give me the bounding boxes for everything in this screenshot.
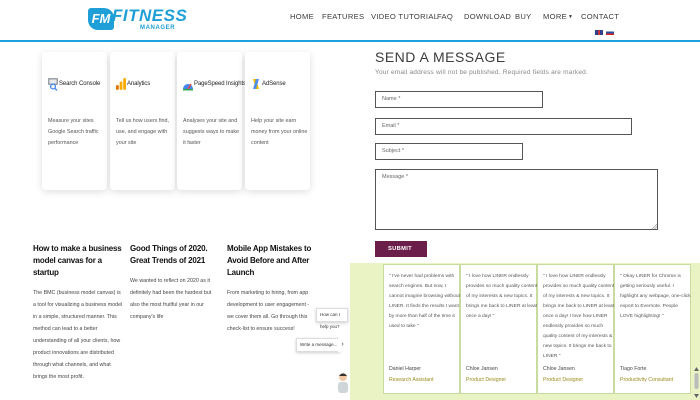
testimonial-card: " I love how LINER endlessly provides so… (537, 264, 615, 394)
site-header: FM FITNESS MANAGER HOME FEATURES VIDEO T… (0, 0, 700, 42)
scroll-up-icon[interactable] (694, 367, 699, 371)
testimonial-role: Productivity Consultant (620, 377, 674, 383)
feature-card-search-console[interactable]: Search Console Measure your sites Google… (42, 52, 107, 190)
post-title[interactable]: Mobile App Mistakes to Avoid Before and … (227, 243, 317, 279)
search-console-icon (48, 78, 58, 91)
nav-buy[interactable]: BUY (515, 12, 532, 21)
subject-field[interactable]: Subject * (375, 143, 523, 160)
nav-video-tutorial[interactable]: VIDEO TUTORIAL (371, 12, 438, 21)
testimonial-card: " I've never had problems with search en… (383, 264, 460, 394)
analytics-icon (116, 78, 126, 90)
chat-hint[interactable]: How can I help you? (316, 308, 348, 329)
logo-subtitle: MANAGER (140, 25, 176, 31)
send-arrow-icon[interactable]: › (338, 338, 347, 352)
post-title[interactable]: Good Things of 2020. Great Trends of 202… (130, 243, 220, 267)
scroll-thumb[interactable] (694, 373, 699, 389)
site-logo[interactable]: FM FITNESS MANAGER (88, 6, 187, 36)
feature-card-adsense[interactable]: AdSense Help your site earn money from y… (245, 52, 310, 190)
testimonial-card: " I love how LINER endlessly provides so… (460, 264, 538, 394)
card-description: Analyses your site and suggests ways to … (183, 118, 240, 146)
logo-mark: FM (88, 8, 114, 30)
nav-contact[interactable]: CONTACT (581, 12, 619, 21)
testimonial-quote: " I've never had problems with search en… (389, 274, 460, 329)
card-description: Tell us how users find, use, and engage … (116, 118, 170, 146)
message-field[interactable]: Message * (375, 169, 658, 230)
testimonial-quote: " I love how LINER endlessly provides so… (466, 274, 538, 319)
nav-features[interactable]: FEATURES (322, 12, 364, 21)
adsense-icon (253, 79, 259, 89)
nav-more[interactable]: MORE▼ (543, 12, 573, 21)
testimonial-name: Chloe Jansen (466, 366, 498, 372)
blog-post[interactable]: Good Things of 2020. Great Trends of 202… (130, 243, 220, 323)
english-flag-icon[interactable] (595, 30, 603, 35)
blog-post[interactable]: How to make a business model canvas for … (33, 243, 125, 383)
testimonial-quote: " Okay LINER for Chrome is getting serio… (620, 274, 691, 319)
nav-download[interactable]: DOWNLOAD (464, 12, 511, 21)
email-field[interactable]: Email * (375, 118, 632, 135)
chat-avatar[interactable] (336, 371, 350, 393)
post-excerpt: We wanted to reflect on 2020 as it defin… (130, 278, 212, 320)
card-description: Measure your sites Google Search traffic… (48, 118, 99, 146)
card-title: AdSense (262, 81, 286, 87)
testimonial-name: Daniel Harper (389, 366, 422, 372)
form-title: SEND A MESSAGE (375, 49, 506, 65)
name-field[interactable]: Name * (375, 91, 543, 108)
form-note: Your email address will not be published… (375, 69, 589, 76)
feature-card-pagespeed-insights[interactable]: PageSpeed Insights Analyses your site an… (177, 52, 246, 190)
testimonial-role: Product Designer (466, 377, 507, 383)
language-flag-icon[interactable] (606, 30, 614, 35)
submit-button[interactable]: SUBMIT (375, 241, 427, 257)
card-title: Search Console (59, 81, 101, 87)
nav-more-label: MORE (543, 12, 567, 21)
post-excerpt: From marketing to hiring, from app devel… (227, 290, 310, 332)
chat-message-input[interactable]: Write a message... (296, 338, 340, 352)
pagespeed-icon (183, 83, 193, 91)
post-title[interactable]: How to make a business model canvas for … (33, 243, 125, 279)
testimonial-role: Product Designer (543, 377, 584, 383)
nav-home[interactable]: HOME (290, 12, 314, 21)
card-title: Analytics (127, 81, 151, 87)
testimonial-role: Research Assistant (389, 377, 434, 383)
logo-brand: FITNESS (112, 6, 188, 25)
testimonial-quote: " I love how LINER endlessly provides so… (543, 274, 615, 359)
post-excerpt: The BMC (business model canvas) is a too… (33, 290, 123, 380)
blog-post[interactable]: Mobile App Mistakes to Avoid Before and … (227, 243, 317, 335)
card-title: PageSpeed Insights (194, 81, 246, 87)
feature-card-analytics[interactable]: Analytics Tell us how users find, use, a… (110, 52, 175, 190)
scroll-down-icon[interactable] (694, 394, 699, 398)
card-description: Help your site earn money from your onli… (251, 118, 308, 146)
resize-handle-icon[interactable] (652, 224, 657, 229)
page-scrollbar[interactable] (693, 365, 700, 400)
testimonial-name: Chloe Jansen (543, 366, 575, 372)
testimonial-name: Tiago Forte (620, 366, 647, 372)
chevron-down-icon: ▼ (567, 14, 574, 20)
nav-faq[interactable]: FAQ (437, 12, 453, 21)
testimonial-card: " Okay LINER for Chrome is getting serio… (614, 264, 691, 394)
